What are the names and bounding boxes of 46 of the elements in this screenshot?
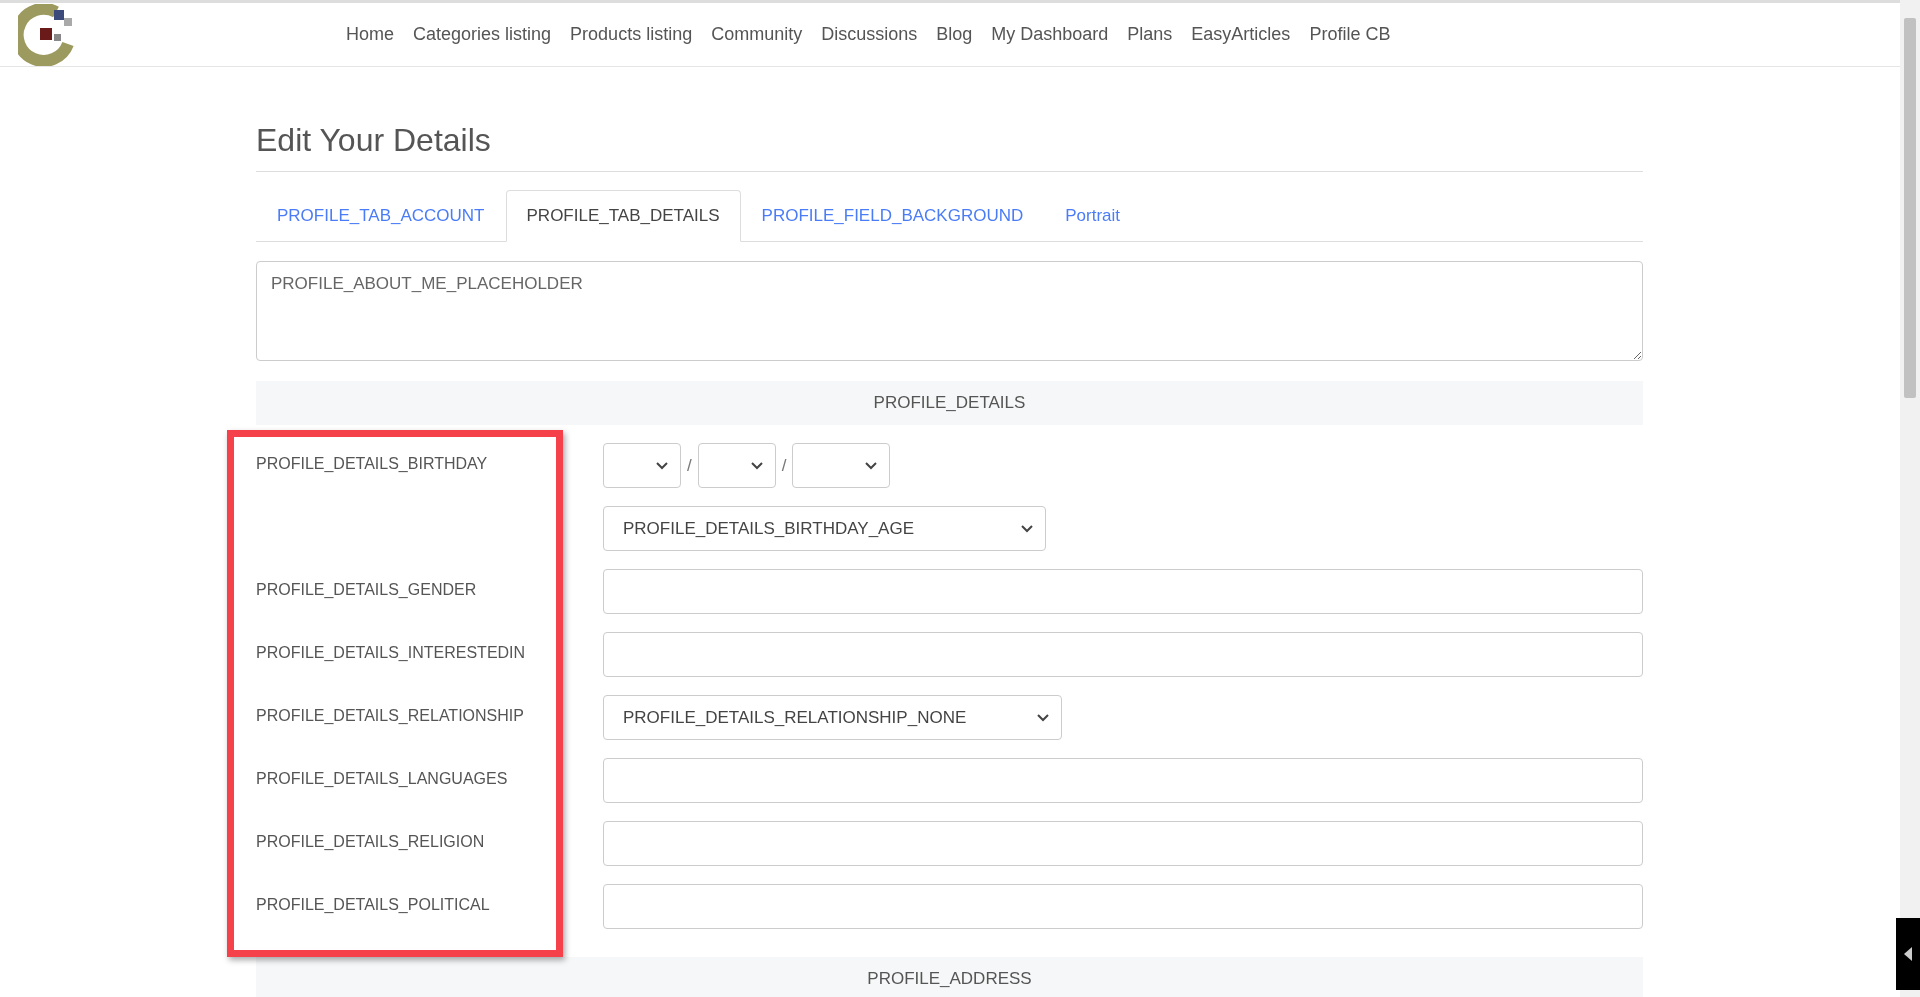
text-input-field[interactable] [603, 569, 1643, 614]
nav-link[interactable]: Products listing [570, 24, 693, 45]
scrollbar-thumb[interactable] [1904, 18, 1916, 398]
tab[interactable]: PROFILE_TAB_DETAILS [505, 190, 741, 242]
field-label: PROFILE_DETAILS_GENDER [256, 580, 478, 599]
field-label: PROFILE_DETAILS_RELIGION [256, 832, 486, 851]
side-panel-toggle[interactable] [1896, 918, 1920, 990]
nav-link[interactable]: Categories listing [413, 24, 552, 45]
chevron-down-icon [865, 461, 878, 470]
dropdown-select[interactable]: PROFILE_DETAILS_RELATIONSHIP_NONE [603, 695, 1062, 740]
nav-link[interactable]: My Dashboard [991, 24, 1109, 45]
nav-link[interactable]: Profile CB [1309, 24, 1391, 45]
nav-link[interactable]: Discussions [821, 24, 918, 45]
date-separator: / [781, 455, 787, 476]
field-label: PROFILE_DETAILS_INTERESTEDIN [256, 643, 527, 662]
chevron-down-icon [750, 461, 763, 470]
chevron-down-icon [656, 461, 668, 470]
field-label: PROFILE_DETAILS_RELATIONSHIP [256, 706, 525, 725]
text-input-field[interactable] [603, 884, 1643, 929]
dropdown-select[interactable]: PROFILE_DETAILS_BIRTHDAY_AGE [603, 506, 1046, 551]
field-label: PROFILE_DETAILS_POLITICAL [256, 895, 491, 914]
text-input-field[interactable] [603, 632, 1643, 677]
about-me-textarea[interactable]: PROFILE_ABOUT_ME_PLACEHOLDER [256, 261, 1643, 361]
dropdown-select[interactable] [603, 443, 681, 488]
page-title: Edit Your Details [256, 122, 1643, 172]
nav-link[interactable]: EasyArticles [1191, 24, 1291, 45]
chevron-down-icon [1021, 524, 1033, 533]
dropdown-select[interactable] [697, 443, 776, 488]
triangle-left-icon [1904, 947, 1912, 961]
section-header: PROFILE_DETAILS [256, 381, 1643, 425]
dropdown-select[interactable] [792, 443, 891, 488]
text-input-field[interactable] [603, 821, 1643, 866]
tab[interactable]: Portrait [1044, 190, 1142, 242]
nav-link[interactable]: Plans [1127, 24, 1173, 45]
date-separator: / [687, 455, 692, 476]
nav-link[interactable]: Blog [936, 24, 973, 45]
field-label: PROFILE_DETAILS_LANGUAGES [256, 769, 509, 788]
section-header: PROFILE_ADDRESS [256, 957, 1643, 997]
nav-link[interactable]: Home [346, 24, 394, 45]
chevron-down-icon [1037, 713, 1049, 722]
tab[interactable]: PROFILE_TAB_ACCOUNT [256, 190, 506, 242]
field-label: PROFILE_DETAILS_BIRTHDAY [256, 454, 489, 473]
tab[interactable]: PROFILE_FIELD_BACKGROUND [740, 190, 1045, 242]
text-input-field[interactable] [603, 758, 1643, 803]
scrollbar[interactable] [1900, 0, 1920, 997]
nav-link[interactable]: Community [711, 24, 803, 45]
